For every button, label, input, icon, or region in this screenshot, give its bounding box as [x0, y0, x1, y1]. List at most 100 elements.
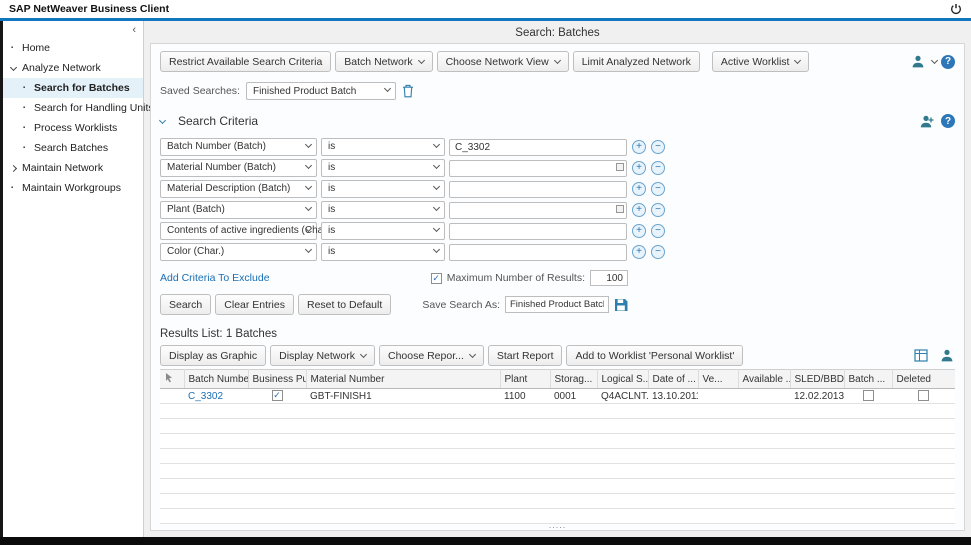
add-criteria-row-button[interactable]: +: [632, 161, 646, 175]
column-header-material-number[interactable]: Material Number: [306, 370, 500, 389]
add-criteria-row-button[interactable]: +: [632, 224, 646, 238]
chevron-down-icon: [305, 203, 312, 210]
sidebar-item-search-batches[interactable]: ▪ Search Batches: [3, 138, 143, 158]
delete-saved-search-icon[interactable]: [402, 84, 414, 98]
reset-to-default-button[interactable]: Reset to Default: [298, 294, 391, 315]
column-header-plant[interactable]: Plant: [500, 370, 550, 389]
section-collapse-icon[interactable]: [159, 116, 166, 123]
display-as-graphic-button[interactable]: Display as Graphic: [160, 345, 266, 366]
table-settings-icon[interactable]: [914, 349, 928, 362]
remove-criteria-row-button[interactable]: −: [651, 203, 665, 217]
table-row[interactable]: C_3302 ✓ GBT-FINISH1 1100 0001 Q4ACLNT..…: [160, 389, 955, 404]
criteria-operator-select[interactable]: is: [321, 201, 445, 219]
criteria-field-select[interactable]: Batch Number (Batch): [160, 138, 317, 156]
remove-criteria-row-button[interactable]: −: [651, 140, 665, 154]
start-report-button[interactable]: Start Report: [488, 345, 563, 366]
restrict-search-criteria-button[interactable]: Restrict Available Search Criteria: [160, 51, 331, 72]
remove-criteria-row-button[interactable]: −: [651, 182, 665, 196]
sidebar-item-label: Home: [22, 42, 50, 54]
criteria-row: Color (Char.) is + −: [160, 242, 955, 261]
sidebar-item-process-worklists[interactable]: ▪ Process Worklists: [3, 118, 143, 138]
batch-number-link[interactable]: C_3302: [188, 391, 223, 402]
batch-checkbox[interactable]: [863, 390, 874, 401]
column-header-batch[interactable]: Batch ...: [844, 370, 892, 389]
panel-resize-handle[interactable]: .....: [549, 521, 567, 529]
business-purpose-checkbox[interactable]: ✓: [272, 390, 283, 401]
column-header-deleted[interactable]: Deleted: [892, 370, 955, 389]
value-help-icon[interactable]: [616, 205, 624, 213]
deleted-checkbox[interactable]: [918, 390, 929, 401]
max-results-input[interactable]: [590, 270, 628, 286]
criteria-field-select[interactable]: Color (Char.): [160, 243, 317, 261]
button-label: Add to Worklist 'Personal Worklist': [575, 350, 734, 362]
criteria-operator-select[interactable]: is: [321, 243, 445, 261]
remove-criteria-row-button[interactable]: −: [651, 245, 665, 259]
save-icon[interactable]: [614, 298, 628, 312]
criteria-value-input[interactable]: [449, 244, 627, 261]
row-selector-header[interactable]: [160, 370, 184, 389]
logical-system-cell: Q4ACLNT...: [597, 389, 648, 404]
help-icon[interactable]: ?: [941, 114, 955, 128]
personalize-icon[interactable]: [920, 115, 935, 128]
criteria-value-input[interactable]: [449, 202, 627, 219]
power-icon[interactable]: [950, 3, 962, 15]
batch-network-menu-button[interactable]: Batch Network: [335, 51, 432, 72]
criteria-field-select[interactable]: Material Description (Batch): [160, 180, 317, 198]
column-header-batch-number[interactable]: Batch Number: [184, 370, 248, 389]
chevron-down-icon: [305, 140, 312, 147]
sidebar-item-maintain-network[interactable]: Maintain Network: [3, 158, 143, 178]
remove-criteria-row-button[interactable]: −: [651, 224, 665, 238]
add-criteria-row-button[interactable]: +: [632, 245, 646, 259]
sidebar-item-search-for-handling-units[interactable]: ▪ Search for Handling Units: [3, 98, 143, 118]
sidebar-item-analyze-network[interactable]: Analyze Network: [3, 58, 143, 78]
criteria-value-input[interactable]: [449, 160, 627, 177]
criteria-operator-select[interactable]: is: [321, 159, 445, 177]
criteria-operator-select[interactable]: is: [321, 222, 445, 240]
sidebar-item-search-for-batches[interactable]: ▪ Search for Batches: [3, 78, 143, 98]
limit-analyzed-network-button[interactable]: Limit Analyzed Network: [573, 51, 700, 72]
row-selector-cell[interactable]: [160, 389, 184, 404]
criteria-value-input[interactable]: [449, 223, 627, 240]
criteria-operator-select[interactable]: is: [321, 180, 445, 198]
search-button[interactable]: Search: [160, 294, 211, 315]
choose-network-view-menu-button[interactable]: Choose Network View: [437, 51, 569, 72]
criteria-operator-select[interactable]: is: [321, 138, 445, 156]
personalize-table-icon[interactable]: [940, 349, 955, 362]
value-help-icon[interactable]: [616, 163, 624, 171]
help-icon[interactable]: ?: [941, 55, 955, 69]
criteria-field-select[interactable]: Contents of active ingredients (Char.): [160, 222, 317, 240]
add-to-worklist-button[interactable]: Add to Worklist 'Personal Worklist': [566, 345, 743, 366]
remove-criteria-row-button[interactable]: −: [651, 161, 665, 175]
add-criteria-row-button[interactable]: +: [632, 203, 646, 217]
column-header-business-purpose[interactable]: Business Pu...: [248, 370, 306, 389]
criteria-field-select[interactable]: Material Number (Batch): [160, 159, 317, 177]
active-worklist-menu-button[interactable]: Active Worklist: [712, 51, 810, 72]
add-criteria-to-exclude-link[interactable]: Add Criteria To Exclude: [160, 272, 270, 284]
choose-report-menu-button[interactable]: Choose Repor...: [379, 345, 484, 366]
criteria-value-input[interactable]: [449, 181, 627, 198]
chevron-down-icon: [305, 182, 312, 189]
max-results-checkbox[interactable]: ✓: [431, 273, 442, 284]
chevron-down-icon: [469, 350, 476, 357]
add-criteria-row-button[interactable]: +: [632, 140, 646, 154]
sidebar-collapse-button[interactable]: ‹: [3, 23, 143, 38]
saved-searches-select[interactable]: Finished Product Batch: [246, 82, 396, 100]
column-header-available[interactable]: Available ...: [738, 370, 790, 389]
sidebar-item-maintain-workgroups[interactable]: ▪ Maintain Workgroups: [3, 178, 143, 198]
column-header-storage[interactable]: Storag...: [550, 370, 597, 389]
sidebar-item-home[interactable]: ▪ Home: [3, 38, 143, 58]
bullet-icon: ▪: [23, 105, 34, 111]
column-header-sled-bbd[interactable]: SLED/BBD: [790, 370, 844, 389]
add-criteria-row-button[interactable]: +: [632, 182, 646, 196]
criteria-field-select[interactable]: Plant (Batch): [160, 201, 317, 219]
save-search-as-input[interactable]: [505, 296, 609, 313]
clear-entries-button[interactable]: Clear Entries: [215, 294, 294, 315]
bullet-icon: ▪: [11, 45, 22, 51]
criteria-value-input[interactable]: [449, 139, 627, 156]
display-network-menu-button[interactable]: Display Network: [270, 345, 375, 366]
column-header-ve[interactable]: Ve...: [698, 370, 738, 389]
column-header-date-of[interactable]: Date of ...: [648, 370, 698, 389]
criteria-value-wrap: [449, 137, 627, 156]
column-header-logical-system[interactable]: Logical S...: [597, 370, 648, 389]
user-menu-icon[interactable]: [911, 55, 937, 68]
